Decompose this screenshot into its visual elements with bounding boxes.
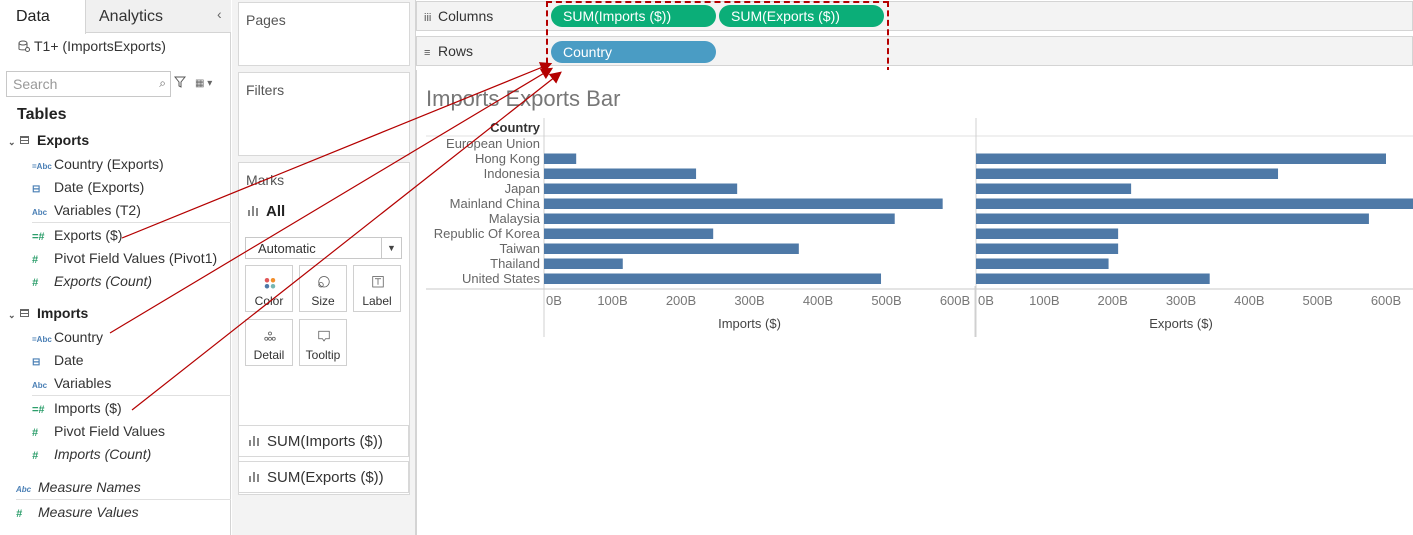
- bar: [976, 168, 1279, 179]
- tick-label: 400B: [803, 293, 833, 308]
- category-label: Malaysia: [489, 211, 541, 226]
- bar-chart: CountryEuropean UnionHong KongIndonesiaJ…: [426, 118, 1413, 337]
- bar: [544, 168, 697, 179]
- category-label: United States: [462, 271, 541, 286]
- axis-label: Imports ($): [718, 316, 781, 331]
- bar: [544, 153, 577, 164]
- category-label: Taiwan: [500, 241, 540, 256]
- tick-label: 200B: [666, 293, 696, 308]
- tick-label: 200B: [1097, 293, 1127, 308]
- bar: [976, 258, 1109, 269]
- bar: [976, 213, 1369, 224]
- bar: [976, 153, 1386, 164]
- bar: [976, 243, 1119, 254]
- row-header-label: Country: [490, 120, 541, 135]
- bar: [976, 183, 1132, 194]
- tick-label: 400B: [1234, 293, 1264, 308]
- bar: [544, 198, 943, 209]
- axis-label: Exports ($): [1149, 316, 1213, 331]
- tick-label: 0B: [978, 293, 994, 308]
- bar: [544, 183, 738, 194]
- bar: [976, 273, 1210, 284]
- tick-label: 500B: [1302, 293, 1332, 308]
- category-label: Japan: [505, 181, 540, 196]
- category-label: Thailand: [490, 256, 540, 271]
- bar: [544, 258, 623, 269]
- category-label: Republic Of Korea: [434, 226, 541, 241]
- tick-label: 500B: [871, 293, 901, 308]
- bar: [544, 273, 882, 284]
- category-label: Mainland China: [450, 196, 541, 211]
- category-label: European Union: [446, 136, 540, 151]
- bar: [976, 228, 1119, 239]
- tick-label: 0B: [546, 293, 562, 308]
- bar: [544, 243, 799, 254]
- tick-label: 600B: [1371, 293, 1401, 308]
- tableau-workspace: Data Analytics ‹ T1+ (ImportsExports) Se…: [0, 0, 1413, 535]
- bar: [976, 198, 1413, 209]
- bar: [544, 228, 714, 239]
- tick-label: 300B: [1166, 293, 1196, 308]
- category-label: Indonesia: [484, 166, 541, 181]
- category-label: Hong Kong: [475, 151, 540, 166]
- tick-label: 300B: [734, 293, 764, 308]
- bar: [544, 213, 895, 224]
- tick-label: 100B: [597, 293, 627, 308]
- tick-label: 100B: [1029, 293, 1059, 308]
- tick-label: 600B: [940, 293, 970, 308]
